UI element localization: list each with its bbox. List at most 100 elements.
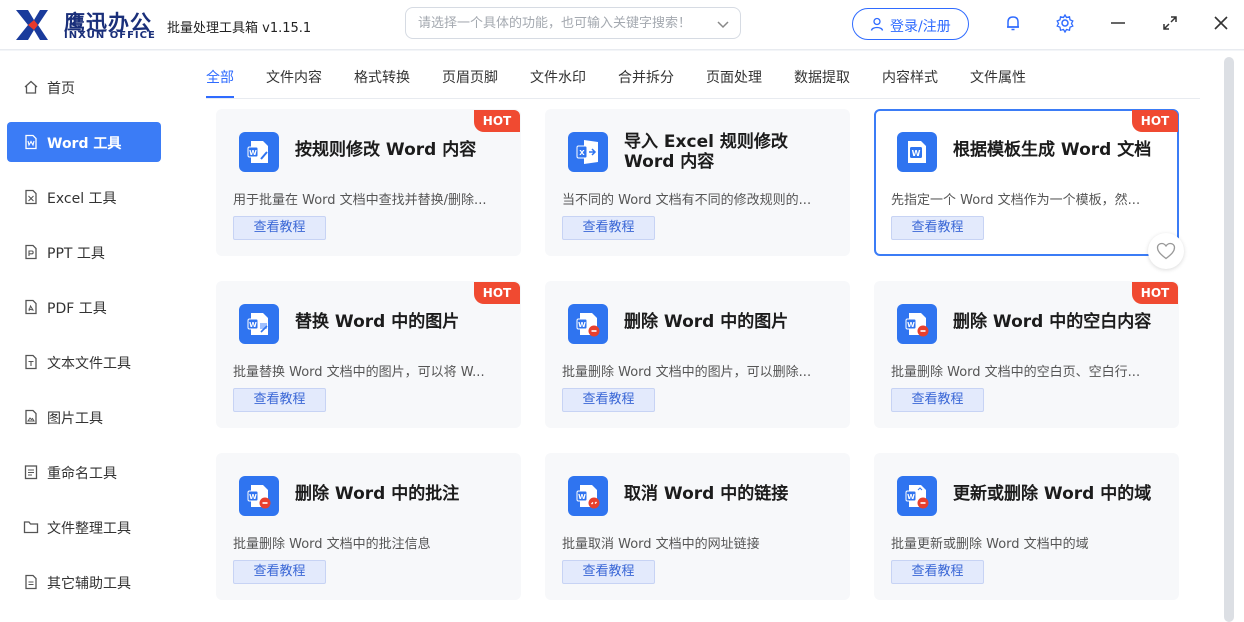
tool-card[interactable]: W 删除 Word 中的空白内容 批量删除 Word 文档中的空白页、空白行..…	[874, 281, 1179, 428]
tab-merge-split[interactable]: 合并拆分	[618, 67, 674, 87]
sidebar-item-image[interactable]: 图片工具	[7, 397, 161, 437]
tab-all[interactable]: 全部	[206, 67, 234, 87]
card-title: 更新或删除 Word 中的域	[953, 484, 1152, 504]
card-description: 批量删除 Word 文档中的空白页、空白行...	[891, 365, 1141, 380]
sidebar-item-label: Word 工具	[47, 136, 122, 152]
svg-text:W: W	[907, 321, 915, 329]
tab-file-properties[interactable]: 文件属性	[970, 67, 1026, 87]
view-tutorial-button[interactable]: 查看教程	[233, 388, 326, 412]
image-file-icon	[25, 409, 37, 425]
sidebar-item-text[interactable]: 文本文件工具	[7, 342, 161, 382]
card-description: 批量替换 Word 文档中的图片，可以将 W...	[233, 365, 485, 380]
scrollbar[interactable]	[1222, 51, 1236, 622]
tool-card[interactable]: W 替换 Word 中的图片 批量替换 Word 文档中的图片，可以将 W...…	[216, 281, 521, 428]
tool-card[interactable]: W 更新或删除 Word 中的域 批量更新或删除 Word 文档中的域 查看教程	[874, 453, 1179, 600]
view-tutorial-button[interactable]: 查看教程	[562, 388, 655, 412]
login-button[interactable]: 登录/注册	[852, 8, 969, 40]
word-field-icon: W	[897, 476, 937, 516]
tab-data-extract[interactable]: 数据提取	[794, 67, 850, 87]
hot-badge: HOT	[474, 110, 520, 132]
sidebar-item-home[interactable]: 首页	[7, 67, 161, 107]
sidebar-item-label: Excel 工具	[47, 191, 117, 207]
card-title: 根据模板生成 Word 文档	[953, 140, 1152, 160]
card-description: 批量取消 Word 文档中的网址链接	[562, 537, 760, 552]
sidebar-item-label: 文件整理工具	[47, 521, 131, 537]
tool-card[interactable]: W 按规则修改 Word 内容 用于批量在 Word 文档中查找并替换/删除..…	[216, 109, 521, 256]
hot-badge: HOT	[474, 282, 520, 304]
search-box[interactable]	[405, 7, 741, 39]
tool-card[interactable]: W 删除 Word 中的图片 批量删除 Word 文档中的图片，可以删除... …	[545, 281, 850, 428]
view-tutorial-button[interactable]: 查看教程	[891, 216, 984, 240]
view-tutorial-button[interactable]: 查看教程	[233, 216, 326, 240]
sidebar-item-organize[interactable]: 文件整理工具	[7, 507, 161, 547]
sidebar: 首页 Word 工具 Excel 工具 PPT 工具 PDF 工具 文本文件工具…	[0, 51, 172, 622]
tool-card[interactable]: W 取消 Word 中的链接 批量取消 Word 文档中的网址链接 查看教程	[545, 453, 850, 600]
tool-card[interactable]: W 删除 Word 中的批注 批量删除 Word 文档中的批注信息 查看教程	[216, 453, 521, 600]
word-replace-image-icon: W	[239, 304, 279, 344]
sidebar-item-ppt[interactable]: PPT 工具	[7, 232, 161, 272]
hot-badge: HOT	[1132, 110, 1178, 132]
svg-text:W: W	[907, 493, 915, 501]
active-tab-indicator	[206, 96, 234, 98]
view-tutorial-button[interactable]: 查看教程	[233, 560, 326, 584]
minimize-icon[interactable]	[1108, 13, 1128, 33]
sidebar-item-label: 首页	[47, 81, 75, 97]
card-title: 按规则修改 Word 内容	[295, 140, 477, 160]
tool-card[interactable]: X 导入 Excel 规则修改 Word 内容 当不同的 Word 文档有不同的…	[545, 109, 850, 256]
gear-icon[interactable]	[1055, 13, 1075, 33]
word-edit-icon: W	[239, 132, 279, 172]
sidebar-item-label: 其它辅助工具	[47, 576, 131, 592]
login-label: 登录/注册	[890, 19, 951, 35]
chevron-down-icon[interactable]	[716, 17, 730, 31]
view-tutorial-button[interactable]: 查看教程	[891, 560, 984, 584]
sidebar-item-label: PDF 工具	[47, 301, 107, 317]
card-title: 替换 Word 中的图片	[295, 312, 460, 332]
card-description: 批量删除 Word 文档中的图片，可以删除...	[562, 365, 812, 380]
folder-icon	[23, 521, 39, 534]
rename-icon	[24, 465, 38, 480]
sidebar-item-other[interactable]: 其它辅助工具	[7, 562, 161, 602]
favorite-button[interactable]	[1148, 233, 1184, 269]
tab-page-process[interactable]: 页面处理	[706, 67, 762, 87]
sidebar-item-label: 重命名工具	[47, 466, 117, 482]
card-title: 删除 Word 中的图片	[624, 312, 789, 332]
search-input[interactable]	[418, 12, 698, 34]
title-bar: 鹰迅办公 INXUN OFFICE 批量处理工具箱 v1.15.1 登录/注册	[0, 0, 1244, 50]
sidebar-item-pdf[interactable]: PDF 工具	[7, 287, 161, 327]
close-icon[interactable]	[1211, 13, 1231, 33]
category-tabs: 全部 文件内容 格式转换 页眉页脚 文件水印 合并拆分 页面处理 数据提取 内容…	[206, 51, 1200, 99]
tab-header-footer[interactable]: 页眉页脚	[442, 67, 498, 87]
maximize-icon[interactable]	[1160, 13, 1180, 33]
card-description: 先指定一个 Word 文档作为一个模板，然...	[891, 193, 1141, 208]
view-tutorial-button[interactable]: 查看教程	[562, 216, 655, 240]
card-description: 当不同的 Word 文档有不同的修改规则的...	[562, 193, 812, 208]
sidebar-item-label: PPT 工具	[47, 246, 105, 262]
tool-card[interactable]: W 根据模板生成 Word 文档 先指定一个 Word 文档作为一个模板，然..…	[874, 109, 1179, 256]
svg-text:W: W	[912, 149, 921, 158]
bell-icon[interactable]	[1003, 13, 1023, 33]
user-icon	[870, 17, 884, 31]
tab-content-style[interactable]: 内容样式	[882, 67, 938, 87]
card-description: 批量删除 Word 文档中的批注信息	[233, 537, 431, 552]
scrollbar-thumb[interactable]	[1224, 57, 1234, 622]
card-description: 用于批量在 Word 文档中查找并替换/删除...	[233, 193, 487, 208]
card-title: 导入 Excel 规则修改 Word 内容	[624, 132, 788, 172]
word-unlink-icon: W	[568, 476, 608, 516]
card-title: 删除 Word 中的空白内容	[953, 312, 1152, 332]
sidebar-item-rename[interactable]: 重命名工具	[7, 452, 161, 492]
card-title: 删除 Word 中的批注	[295, 484, 460, 504]
tab-format-convert[interactable]: 格式转换	[354, 67, 410, 87]
pdf-file-icon	[25, 299, 37, 315]
logo-mark-icon	[16, 10, 48, 40]
view-tutorial-button[interactable]: 查看教程	[562, 560, 655, 584]
svg-text:W: W	[249, 493, 257, 501]
sidebar-item-label: 文本文件工具	[47, 356, 131, 372]
svg-text:W: W	[578, 493, 586, 501]
word-template-icon: W	[897, 132, 937, 172]
tab-file-content[interactable]: 文件内容	[266, 67, 322, 87]
view-tutorial-button[interactable]: 查看教程	[891, 388, 984, 412]
svg-text:W: W	[249, 149, 257, 157]
sidebar-item-word[interactable]: Word 工具	[7, 122, 161, 162]
tab-watermark[interactable]: 文件水印	[530, 67, 586, 87]
sidebar-item-excel[interactable]: Excel 工具	[7, 177, 161, 217]
